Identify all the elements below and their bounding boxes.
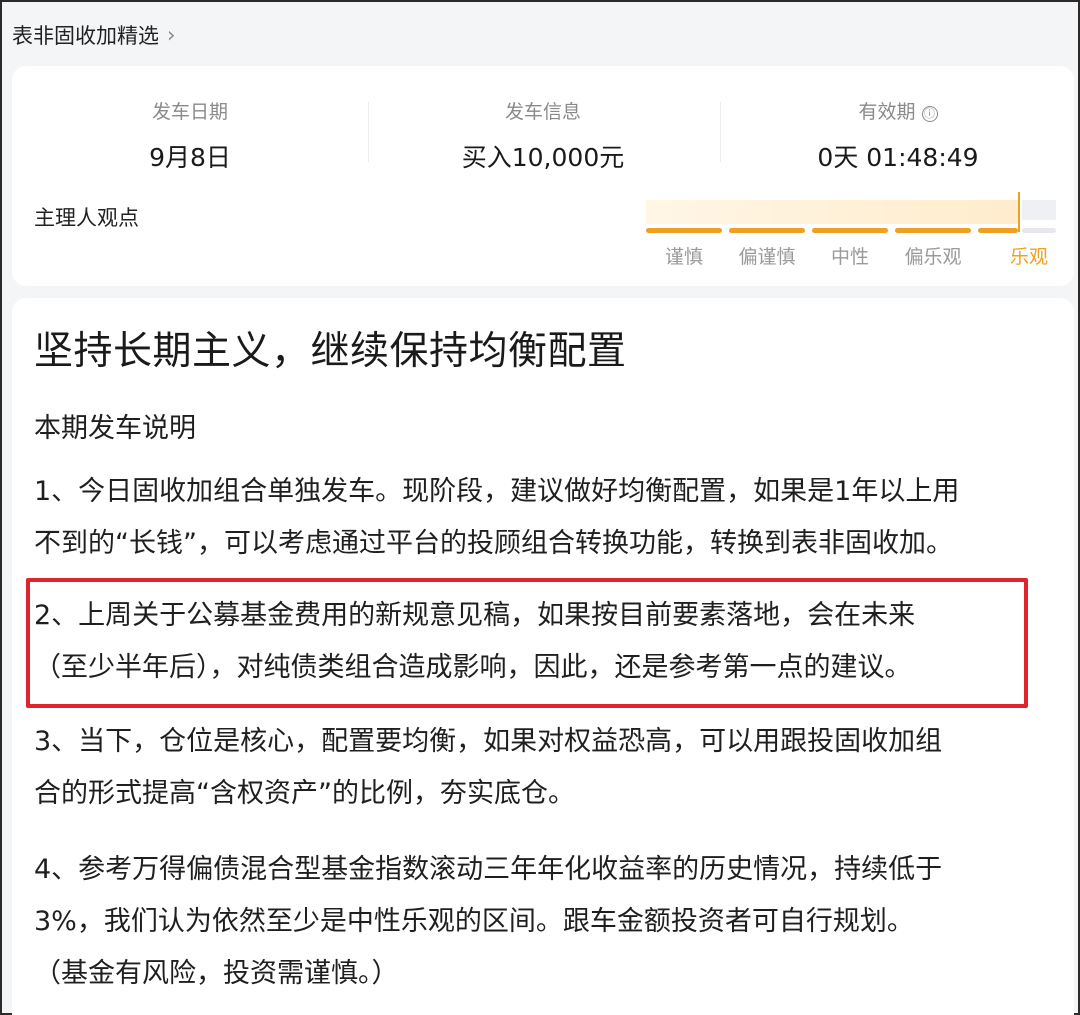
- validity-label-row: 有效期 ⓘ: [728, 98, 1068, 126]
- gauge-segment-rest: [1022, 228, 1056, 233]
- depart-info-value: 买入10,000元: [461, 143, 625, 172]
- paragraph-line: 4、参考万得偏债混合型基金指数滚动三年年化收益率的历史情况，持续低于: [34, 854, 943, 885]
- stat-depart-date: 发车日期 9月8日: [20, 98, 360, 174]
- gauge-label-optimistic: 乐观: [1009, 246, 1048, 268]
- gauge-cursor: [1018, 192, 1020, 232]
- paragraph-line: 合的形式提高“含权资产”的比例，夯实底仓。: [34, 778, 575, 809]
- paragraph-line: 3、当下，仓位是核心，配置要均衡，如果对权益恐高，可以用跟投固收加组: [34, 726, 943, 757]
- info-icon[interactable]: ⓘ: [921, 106, 938, 122]
- gauge-label-slightly-optimistic: 偏乐观: [904, 246, 962, 268]
- stat-divider: [368, 102, 369, 162]
- article-point-4: 4、参考万得偏债混合型基金指数滚动三年年化收益率的历史情况，持续低于 3%，我们…: [34, 844, 1064, 1000]
- paragraph-line: 3%，我们认为依然至少是中性乐观的区间。跟车金额投资者可自行规划。: [34, 906, 914, 937]
- portfolio-title: 表非固收加精选: [12, 24, 159, 48]
- depart-date-label: 发车日期: [151, 101, 228, 123]
- chevron-right-icon: ›: [167, 23, 176, 47]
- paragraph-line: 1、今日固收加组合单独发车。现阶段，建议做好均衡配置，如果是1年以上用: [34, 476, 960, 507]
- stat-divider: [720, 102, 721, 162]
- article-subtitle: 本期发车说明: [34, 413, 196, 444]
- gauge-segment: [646, 228, 722, 233]
- paragraph-line: 不到的“长钱”，可以考虑通过平台的投顾组合转换功能，转换到表非固收加。: [34, 528, 953, 559]
- article-point-2: 2、上周关于公募基金费用的新规意见稿，如果按目前要素落地，会在未来 （至少半年后…: [34, 590, 1064, 694]
- depart-date-value: 9月8日: [149, 143, 231, 172]
- portfolio-title-link[interactable]: 表非固收加精选 ›: [12, 18, 175, 52]
- departure-info-card: 发车日期 9月8日 发车信息 买入10,000元 有效期 ⓘ 0天 01:48:4…: [12, 66, 1074, 286]
- depart-info-label: 发车信息: [504, 101, 581, 123]
- gauge-segment: [812, 228, 888, 233]
- article-point-3: 3、当下，仓位是核心，配置要均衡，如果对权益恐高，可以用跟投固收加组 合的形式提…: [34, 716, 1064, 820]
- gauge-label-neutral: 中性: [830, 246, 869, 268]
- article-card: 坚持长期主义，继续保持均衡配置 本期发车说明 1、今日固收加组合单独发车。现阶段…: [12, 298, 1074, 1015]
- paragraph-line: （基金有风险，投资需谨慎。）: [34, 958, 399, 989]
- validity-countdown: 0天 01:48:49: [817, 143, 979, 172]
- stat-depart-info: 发车信息 买入10,000元: [373, 98, 713, 174]
- screen-frame: 表非固收加精选 › 发车日期 9月8日 发车信息 买入10,000元 有效期 ⓘ …: [0, 0, 1080, 1015]
- gauge-label-slightly-cautious: 偏谨慎: [738, 246, 796, 268]
- gauge-label-cautious: 谨慎: [664, 246, 703, 268]
- paragraph-line: （至少半年后），对纯债类组合造成影响，因此，还是参考第一点的建议。: [34, 652, 912, 683]
- validity-label: 有效期: [858, 101, 916, 123]
- stat-validity: 有效期 ⓘ 0天 01:48:49: [728, 98, 1068, 174]
- gauge-segment: [729, 228, 805, 233]
- sentiment-gauge: 谨慎 偏谨慎 中性 偏乐观 乐观: [646, 192, 1056, 280]
- article-point-1: 1、今日固收加组合单独发车。现阶段，建议做好均衡配置，如果是1年以上用 不到的“…: [34, 466, 1064, 570]
- paragraph-line: 2、上周关于公募基金费用的新规意见稿，如果按目前要素落地，会在未来: [34, 600, 916, 631]
- gauge-fill: [646, 200, 1019, 224]
- manager-view-label: 主理人观点: [34, 206, 139, 230]
- article-headline: 坚持长期主义，继续保持均衡配置: [34, 329, 627, 374]
- gauge-segment: [978, 228, 1018, 233]
- gauge-track: [1022, 200, 1056, 220]
- gauge-segment: [895, 228, 971, 233]
